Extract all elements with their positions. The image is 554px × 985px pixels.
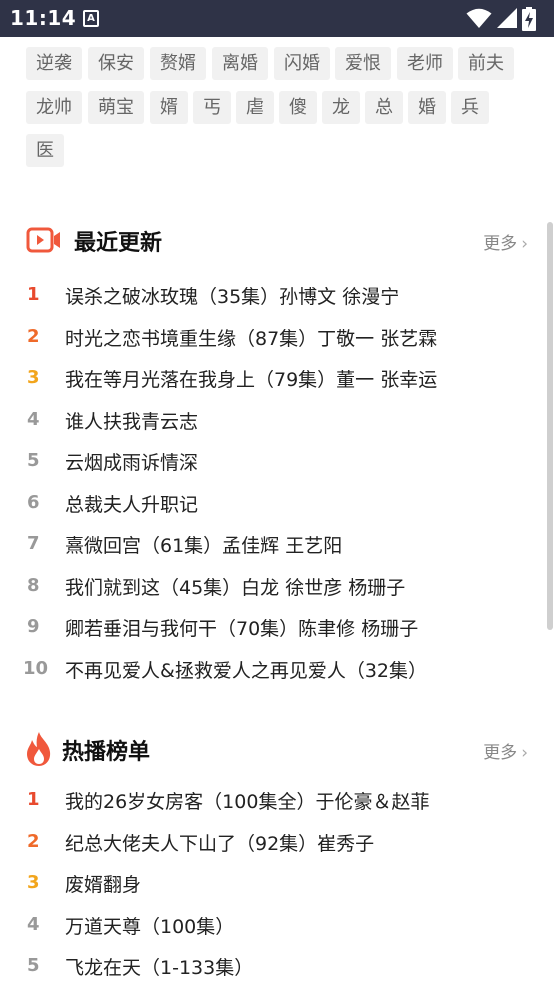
- tag-chip[interactable]: 离婚: [212, 47, 268, 80]
- video-camera-icon: [26, 227, 60, 253]
- rank-number: 1: [27, 789, 40, 810]
- tag-chip[interactable]: 医: [26, 134, 64, 167]
- drama-title: 不再见爱人&拯救爱人之再见爱人（32集）: [65, 659, 427, 682]
- more-link[interactable]: 更多 ›: [483, 738, 528, 763]
- drama-title: 我的26岁女房客（100集全）于伦豪＆赵菲: [65, 791, 430, 813]
- tag-chip[interactable]: 龙帅: [26, 91, 82, 124]
- battery-charging-icon: [522, 7, 536, 31]
- list-item[interactable]: 5 飞龙在天（1-133集）: [0, 949, 554, 985]
- list-item[interactable]: 6 总裁夫人升职记: [0, 486, 554, 522]
- rank-number: 6: [27, 491, 40, 513]
- rank-number: 4: [27, 913, 40, 935]
- tag-chip[interactable]: 老师: [397, 47, 453, 80]
- rank-number: 3: [27, 367, 40, 388]
- fire-icon: [27, 732, 51, 766]
- drama-title: 万道天尊（100集）: [65, 915, 235, 938]
- hot-section-header: 热播榜单 更多 ›: [26, 731, 528, 767]
- tag-chip[interactable]: 前夫: [458, 47, 514, 80]
- section-title: 热播榜单: [62, 740, 151, 765]
- wifi-icon: [466, 8, 492, 28]
- recent-section-header: 最近更新 更多 ›: [26, 222, 528, 258]
- drama-title: 云烟成雨诉情深: [65, 452, 199, 474]
- list-item[interactable]: 9 卿若垂泪与我何干（70集）陈聿修 杨珊子: [0, 610, 554, 646]
- list-item[interactable]: 8 我们就到这（45集）白龙 徐世彦 杨珊子: [0, 569, 554, 605]
- tag-chip[interactable]: 总: [365, 91, 403, 124]
- list-item[interactable]: 4 谁人扶我青云志: [0, 403, 554, 439]
- rank-number: 9: [27, 616, 40, 637]
- list-item[interactable]: 2 纪总大佬夫人下山了（92集）崔秀子: [0, 825, 554, 861]
- tag-chip[interactable]: 婚: [408, 91, 446, 124]
- rank-number: 5: [27, 955, 40, 976]
- tag-chip[interactable]: 保安: [88, 47, 144, 80]
- rank-number: 1: [27, 284, 40, 305]
- drama-title: 废婿翻身: [65, 874, 142, 896]
- list-item[interactable]: 3 我在等月光落在我身上（79集）董一 张幸运: [0, 361, 554, 397]
- signal-icon: [497, 8, 517, 28]
- list-item[interactable]: 1 误杀之破冰玫瑰（35集）孙博文 徐漫宁: [0, 278, 554, 314]
- tag-chip[interactable]: 傻: [279, 91, 317, 124]
- list-item[interactable]: 7 熹微回宫（61集）孟佳辉 王艺阳: [0, 527, 554, 563]
- rank-number: 7: [27, 533, 40, 554]
- tag-chip[interactable]: 兵: [451, 91, 489, 124]
- drama-title: 误杀之破冰玫瑰（35集）孙博文 徐漫宁: [65, 286, 400, 308]
- tag-chip[interactable]: 爱恨: [335, 47, 391, 80]
- drama-title: 时光之恋书境重生缘（87集）丁敬一 张艺霖: [65, 327, 438, 350]
- drama-title: 纪总大佬夫人下山了（92集）崔秀子: [65, 832, 375, 855]
- tag-chip[interactable]: 龙: [322, 91, 360, 124]
- list-item[interactable]: 5 云烟成雨诉情深: [0, 444, 554, 480]
- list-item[interactable]: 1 我的26岁女房客（100集全）于伦豪＆赵菲: [0, 783, 554, 819]
- status-bar: 11:14 A: [0, 0, 554, 37]
- tag-chip[interactable]: 逆袭: [26, 47, 82, 80]
- section-title: 最近更新: [74, 231, 163, 256]
- tag-chip[interactable]: 闪婚: [274, 47, 330, 80]
- drama-title: 飞龙在天（1-133集）: [65, 957, 254, 979]
- tag-chip[interactable]: 虐: [236, 91, 274, 124]
- drama-title: 熹微回宫（61集）孟佳辉 王艺阳: [65, 535, 343, 557]
- rank-number: 3: [27, 872, 40, 893]
- tag-chip[interactable]: 赘婿: [150, 47, 206, 80]
- notification-a-icon: A: [83, 10, 99, 27]
- chevron-right-icon: ›: [521, 234, 528, 254]
- rank-number: 4: [27, 408, 40, 430]
- tag-chip[interactable]: 婿: [150, 91, 188, 124]
- list-item[interactable]: 3 废婿翻身: [0, 866, 554, 902]
- drama-title: 卿若垂泪与我何干（70集）陈聿修 杨珊子: [65, 618, 419, 640]
- rank-number: 10: [23, 657, 49, 679]
- status-icons: [466, 7, 546, 31]
- drama-title: 我在等月光落在我身上（79集）董一 张幸运: [65, 369, 438, 391]
- more-link[interactable]: 更多 ›: [483, 229, 528, 254]
- rank-number: 8: [27, 574, 40, 596]
- drama-title: 我们就到这（45集）白龙 徐世彦 杨珊子: [65, 576, 406, 599]
- tag-chip[interactable]: 丐: [193, 91, 231, 124]
- tag-chip[interactable]: 萌宝: [88, 91, 144, 124]
- more-link-label: 更多: [483, 743, 518, 763]
- more-link-label: 更多: [483, 234, 518, 254]
- rank-number: 5: [27, 450, 40, 471]
- rank-number: 2: [27, 830, 40, 852]
- list-item[interactable]: 10 不再见爱人&拯救爱人之再见爱人（32集）: [0, 652, 554, 688]
- chevron-right-icon: ›: [521, 743, 528, 763]
- rank-number: 2: [27, 325, 40, 347]
- list-item[interactable]: 4 万道天尊（100集）: [0, 908, 554, 944]
- list-item[interactable]: 2 时光之恋书境重生缘（87集）丁敬一 张艺霖: [0, 320, 554, 356]
- status-time: 11:14: [10, 6, 77, 30]
- drama-title: 总裁夫人升职记: [65, 493, 199, 516]
- drama-title: 谁人扶我青云志: [65, 410, 199, 433]
